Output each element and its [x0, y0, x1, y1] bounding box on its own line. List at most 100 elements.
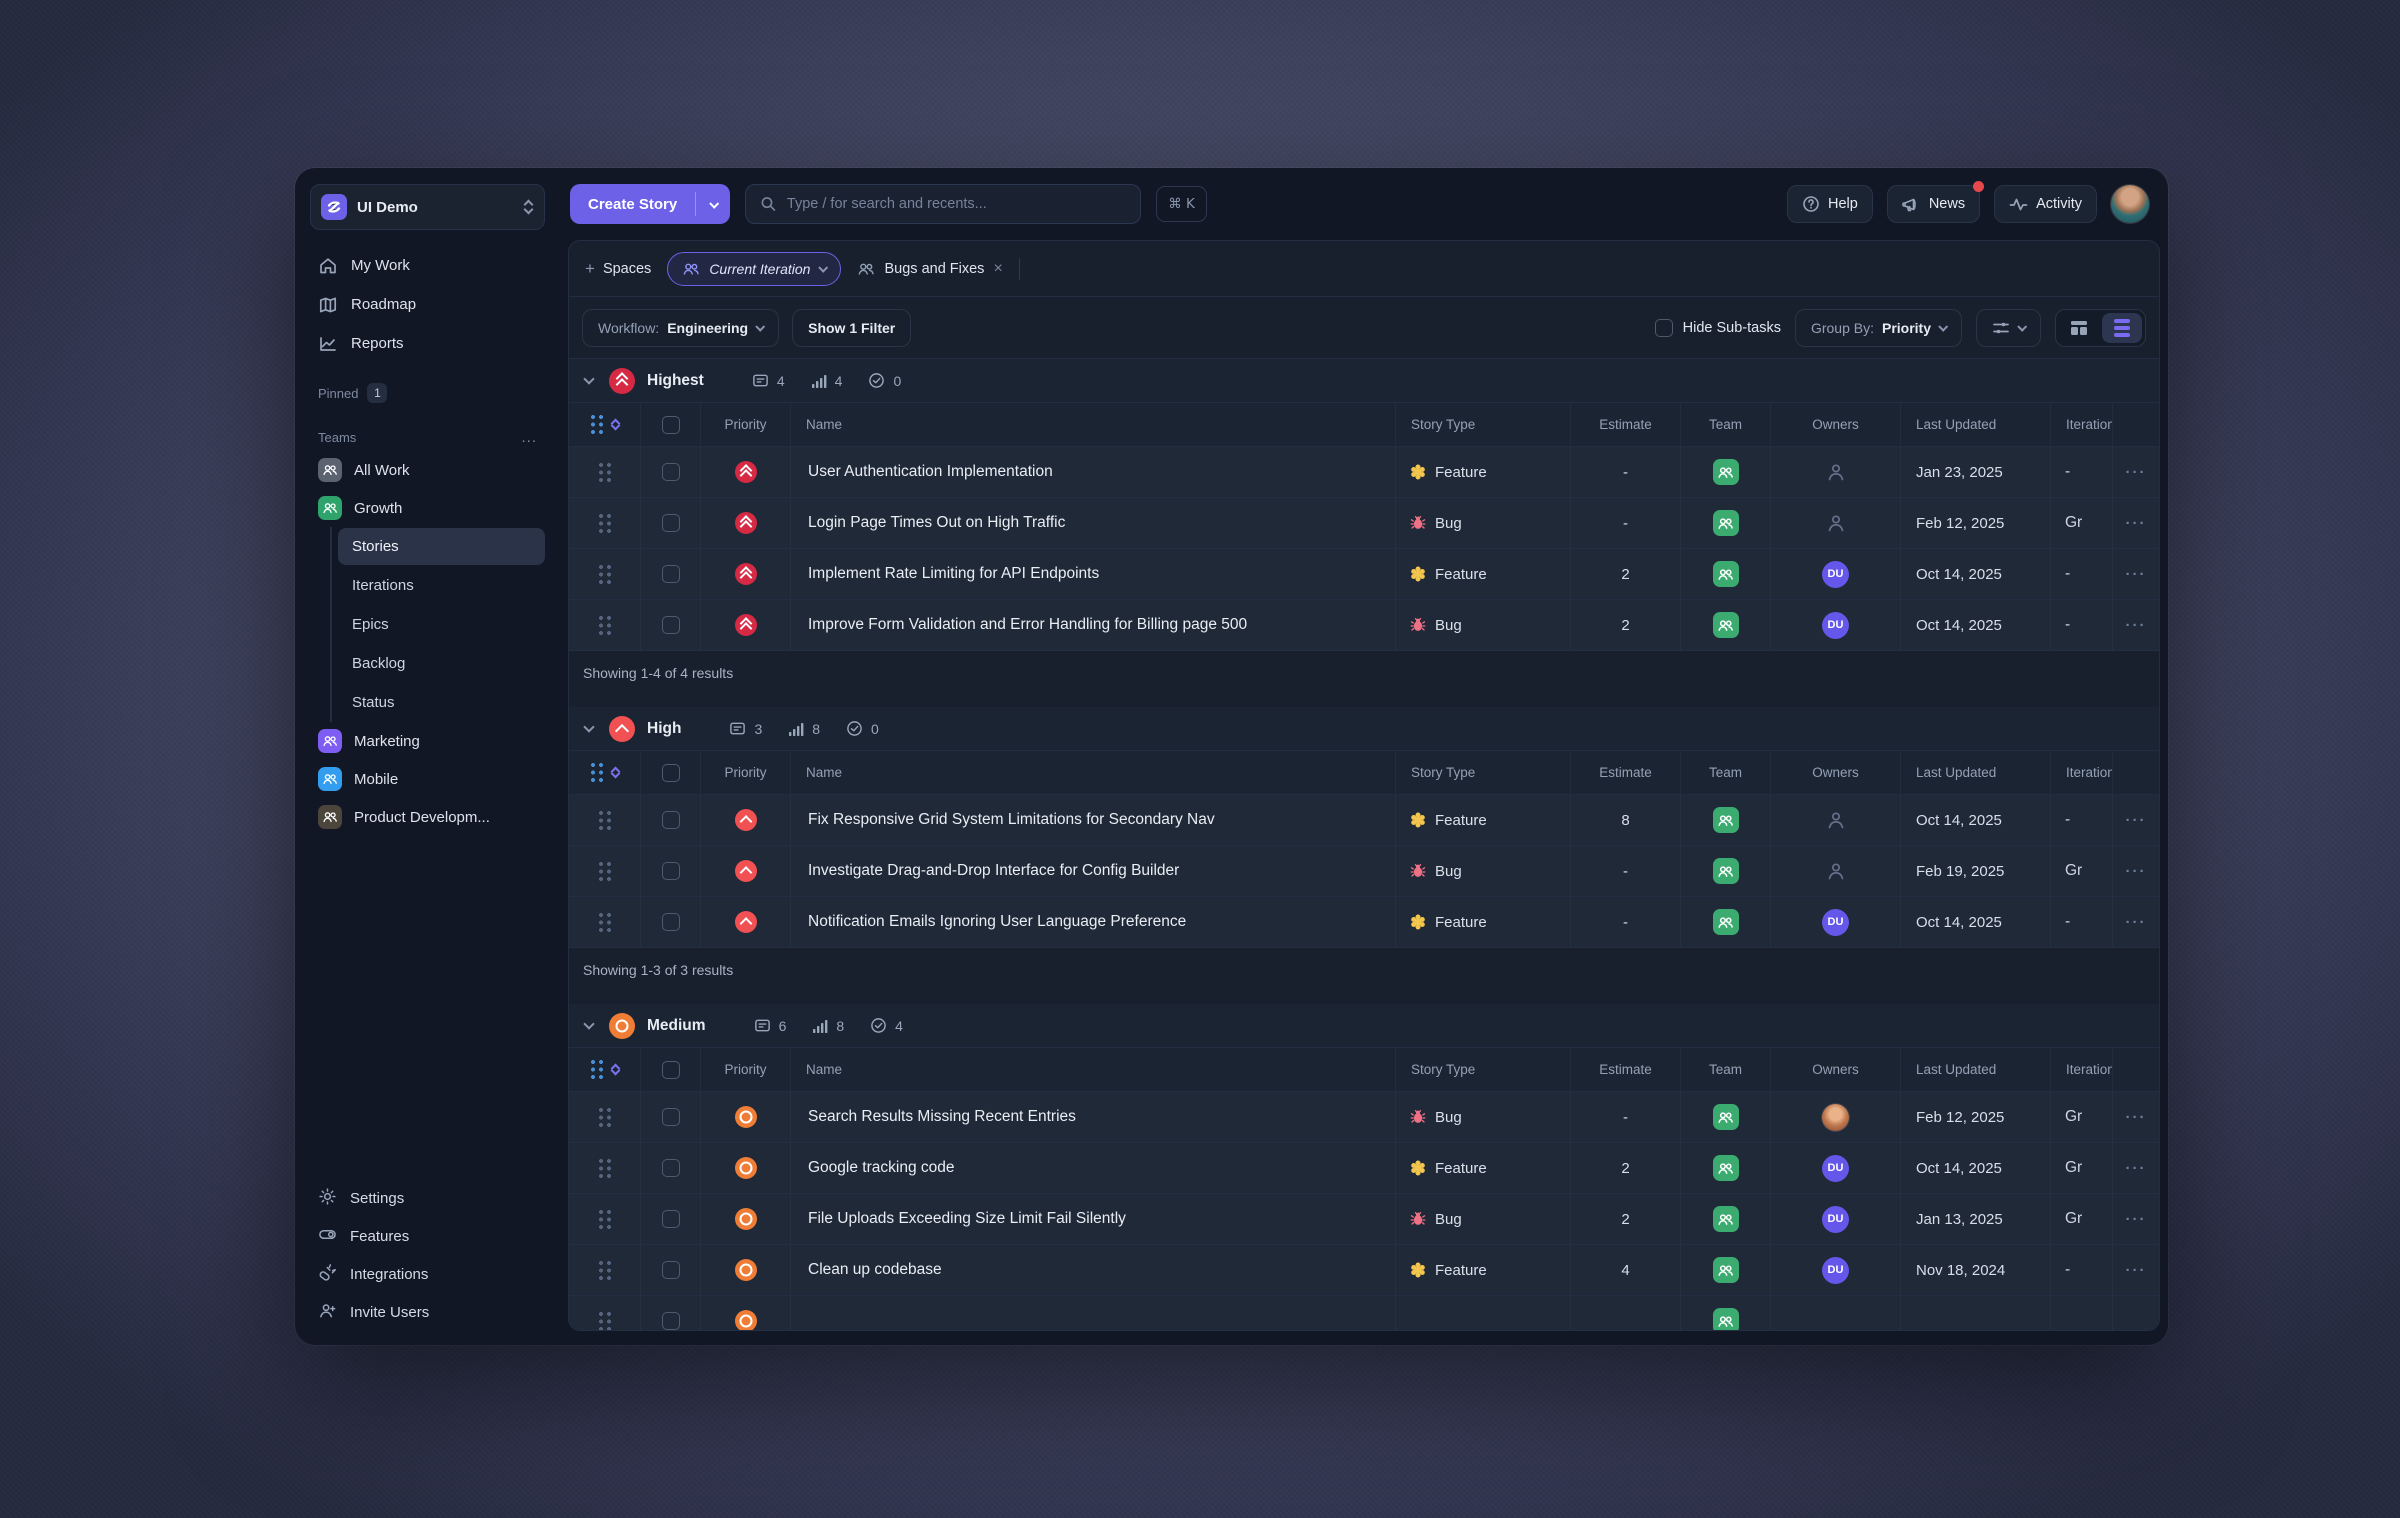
story-row[interactable]: File Uploads Exceeding Size Limit Fail S… [569, 1194, 2159, 1245]
column-header-priority[interactable]: Priority [701, 1048, 791, 1091]
column-header-iteration[interactable]: Iteration [2051, 1048, 2113, 1091]
sidebar-team-item[interactable]: Marketing [310, 722, 545, 760]
column-header-story-type[interactable]: Story Type [1396, 751, 1571, 794]
column-header-story-type[interactable]: Story Type [1396, 1048, 1571, 1091]
team-icon[interactable] [1713, 858, 1739, 884]
story-name[interactable]: Improve Form Validation and Error Handli… [791, 600, 1396, 650]
owner-placeholder-icon[interactable] [1825, 809, 1847, 831]
list-view-button[interactable] [2102, 313, 2142, 343]
select-all-checkbox[interactable] [662, 1061, 680, 1079]
column-header-estimate[interactable]: Estimate [1571, 1048, 1681, 1091]
drag-handle-icon[interactable] [598, 1107, 612, 1128]
select-all-checkbox[interactable] [662, 764, 680, 782]
news-button[interactable]: News [1887, 185, 1980, 223]
story-name[interactable]: Investigate Drag-and-Drop Interface for … [791, 846, 1396, 896]
row-checkbox[interactable] [662, 1261, 680, 1279]
row-checkbox[interactable] [662, 1159, 680, 1177]
column-header-last-updated[interactable]: Last Updated [1901, 403, 2051, 446]
sidebar-team-item[interactable]: Mobile [310, 760, 545, 798]
column-header-last-updated[interactable]: Last Updated [1901, 1048, 2051, 1091]
row-checkbox[interactable] [662, 1312, 680, 1330]
column-header-name[interactable]: Name [791, 751, 1396, 794]
story-name[interactable] [791, 1296, 1396, 1330]
column-header-name[interactable]: Name [791, 403, 1396, 446]
owner-avatar-initials[interactable]: DU [1822, 1257, 1849, 1284]
drag-handle-icon[interactable] [598, 1311, 612, 1331]
story-name[interactable]: Login Page Times Out on High Traffic [791, 498, 1396, 548]
row-actions-button[interactable]: ··· [2113, 1194, 2159, 1244]
group-by-dropdown[interactable]: Group By: Priority [1795, 309, 1962, 347]
close-icon[interactable]: × [993, 260, 1002, 278]
sidebar-subitem-backlog[interactable]: Backlog [338, 645, 545, 682]
drag-handle-icon[interactable] [598, 513, 612, 534]
story-name[interactable]: Implement Rate Limiting for API Endpoint… [791, 549, 1396, 599]
select-all-checkbox[interactable] [662, 416, 680, 434]
column-header-team[interactable]: Team [1681, 1048, 1771, 1091]
filter-chip-bugs-and-fixes[interactable]: Bugs and Fixes × [857, 260, 1002, 278]
row-actions-button[interactable]: ··· [2113, 447, 2159, 497]
team-icon[interactable] [1713, 807, 1739, 833]
row-checkbox[interactable] [662, 862, 680, 880]
add-spaces-button[interactable]: + Spaces [585, 259, 651, 279]
column-header-owners[interactable]: Owners [1771, 1048, 1901, 1091]
story-row[interactable]: Login Page Times Out on High Traffic Bug… [569, 498, 2159, 549]
owner-placeholder-icon[interactable] [1825, 512, 1847, 534]
team-icon[interactable] [1713, 1155, 1739, 1181]
sidebar-subitem-status[interactable]: Status [338, 684, 545, 721]
drag-handle-icon[interactable] [590, 1059, 604, 1080]
owner-avatar-initials[interactable]: DU [1822, 909, 1849, 936]
row-checkbox[interactable] [662, 1108, 680, 1126]
create-story-dropdown[interactable] [696, 184, 730, 224]
drag-handle-icon[interactable] [598, 462, 612, 483]
story-row[interactable]: Improve Form Validation and Error Handli… [569, 600, 2159, 651]
owner-placeholder-icon[interactable] [1825, 461, 1847, 483]
story-name[interactable]: File Uploads Exceeding Size Limit Fail S… [791, 1194, 1396, 1244]
workspace-switcher[interactable]: UI Demo [310, 184, 545, 230]
display-settings-button[interactable] [1976, 309, 2041, 347]
team-icon[interactable] [1713, 1104, 1739, 1130]
story-name[interactable]: Fix Responsive Grid System Limitations f… [791, 795, 1396, 845]
row-checkbox[interactable] [662, 565, 680, 583]
story-row[interactable]: Clean up codebase Feature 4 DU Nov 18, 2… [569, 1245, 2159, 1296]
drag-handle-icon[interactable] [598, 564, 612, 585]
column-header-story-type[interactable]: Story Type [1396, 403, 1571, 446]
row-actions-button[interactable]: ··· [2113, 1143, 2159, 1193]
show-filter-button[interactable]: Show 1 Filter [792, 309, 911, 347]
owner-avatar-initials[interactable]: DU [1822, 1155, 1849, 1182]
drag-handle-icon[interactable] [598, 1158, 612, 1179]
sidebar-subitem-iterations[interactable]: Iterations [338, 567, 545, 604]
team-icon[interactable] [1713, 1206, 1739, 1232]
team-icon[interactable] [1713, 510, 1739, 536]
column-header-estimate[interactable]: Estimate [1571, 403, 1681, 446]
row-actions-button[interactable] [2113, 1296, 2159, 1330]
team-icon[interactable] [1713, 561, 1739, 587]
sidebar-item-reports[interactable]: Reports [310, 324, 545, 363]
user-avatar[interactable] [2111, 185, 2149, 223]
drag-handle-icon[interactable] [598, 861, 612, 882]
sidebar-team-item[interactable]: All Work [310, 451, 545, 489]
teams-more-button[interactable]: ... [521, 429, 537, 446]
owner-avatar-initials[interactable]: DU [1822, 561, 1849, 588]
workflow-dropdown[interactable]: Workflow: Engineering [582, 309, 779, 347]
hide-subtasks-control[interactable]: Hide Sub-tasks [1655, 319, 1781, 337]
collapse-chevron-icon[interactable] [583, 1018, 594, 1029]
row-checkbox[interactable] [662, 811, 680, 829]
story-name[interactable]: Clean up codebase [791, 1245, 1396, 1295]
drag-handle-icon[interactable] [598, 615, 612, 636]
owner-avatar-initials[interactable]: DU [1822, 1206, 1849, 1233]
row-checkbox[interactable] [662, 514, 680, 532]
story-row[interactable] [569, 1296, 2159, 1330]
team-icon[interactable] [1713, 909, 1739, 935]
story-row[interactable]: User Authentication Implementation Featu… [569, 447, 2159, 498]
story-name[interactable]: Search Results Missing Recent Entries [791, 1092, 1396, 1142]
current-iteration-pill[interactable]: Current Iteration [667, 252, 841, 286]
sidebar-item-integrations[interactable]: Integrations [310, 1255, 545, 1293]
create-story-button[interactable]: Create Story [570, 184, 730, 224]
sidebar-item-invite-users[interactable]: Invite Users [310, 1293, 545, 1331]
story-name[interactable]: Google tracking code [791, 1143, 1396, 1193]
story-row[interactable]: Notification Emails Ignoring User Langua… [569, 897, 2159, 948]
row-actions-button[interactable]: ··· [2113, 1092, 2159, 1142]
activity-button[interactable]: Activity [1994, 185, 2097, 223]
sort-icon[interactable] [612, 420, 619, 429]
owner-avatar-photo[interactable] [1822, 1104, 1849, 1131]
